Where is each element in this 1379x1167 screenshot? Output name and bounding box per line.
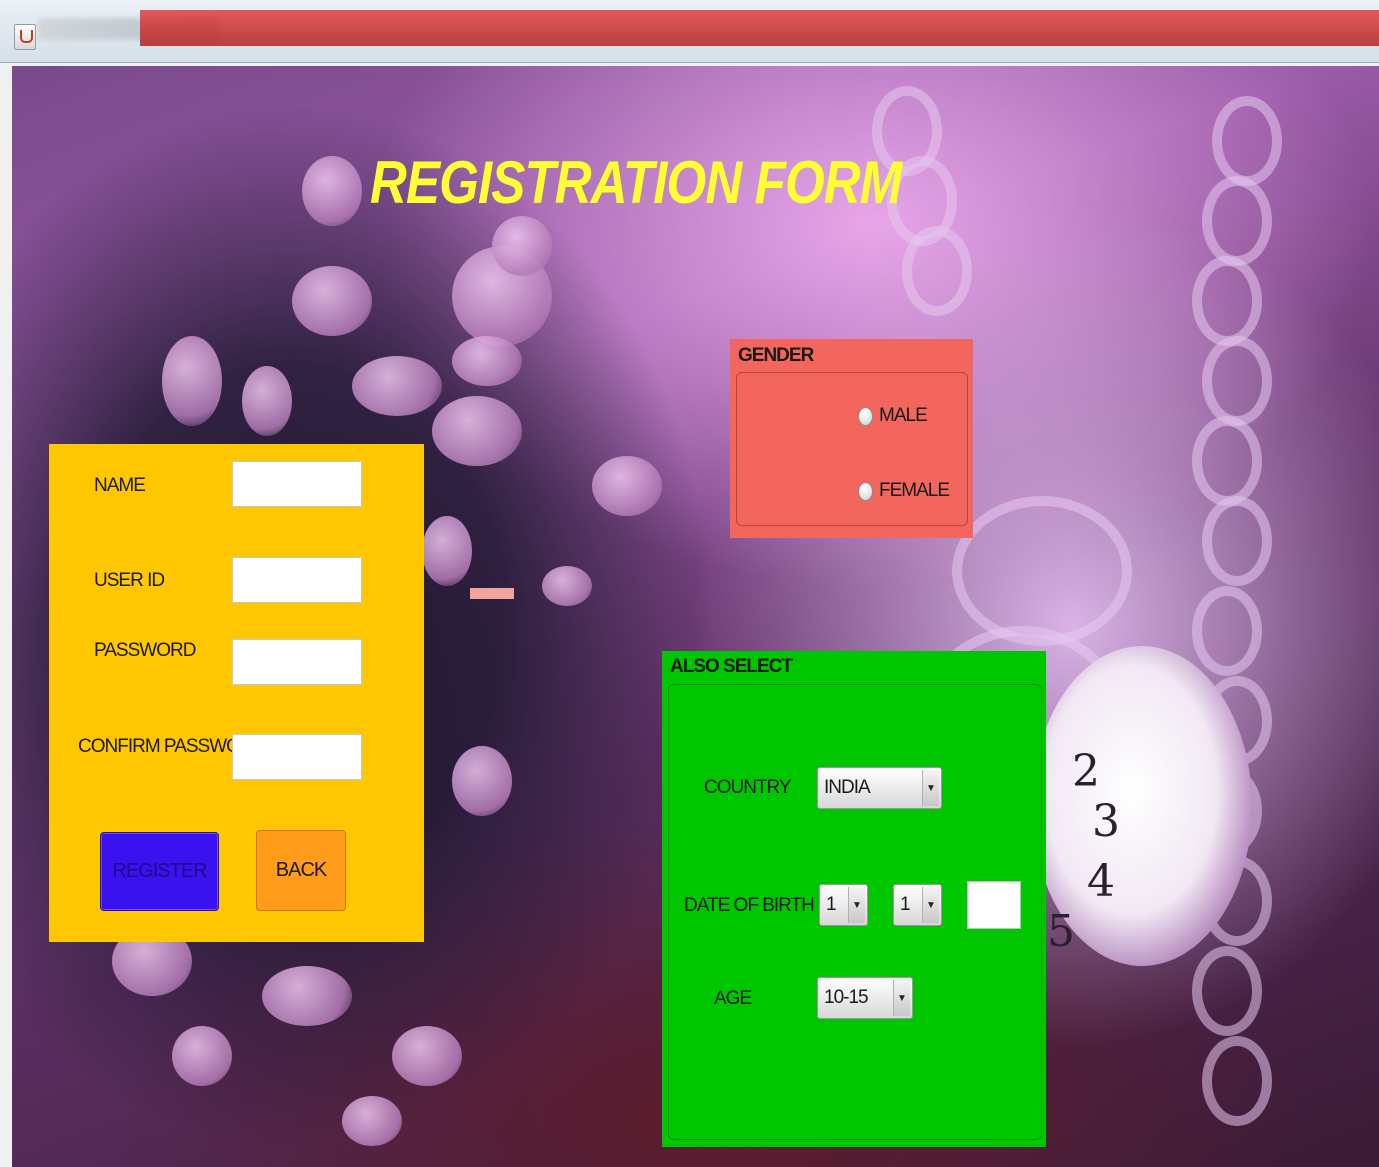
gender-title: GENDER <box>738 345 814 366</box>
name-label: NAME <box>94 475 146 496</box>
flower-decoration <box>432 396 522 466</box>
dropdown-arrow-icon[interactable]: ▼ <box>922 887 939 923</box>
flower-decoration <box>292 266 372 336</box>
flower-decoration <box>392 1026 462 1086</box>
year-field[interactable] <box>967 881 1021 929</box>
chain-decoration <box>1192 256 1262 346</box>
chain-decoration <box>952 496 1132 646</box>
flower-decoration <box>352 356 442 416</box>
dropdown-arrow-icon[interactable]: ▼ <box>893 980 910 1016</box>
userid-label: USER ID <box>94 570 165 591</box>
dropdown-arrow-icon[interactable]: ▼ <box>922 770 939 806</box>
country-select-value: INDIA <box>824 777 871 798</box>
chain-decoration <box>1192 946 1262 1036</box>
back-button[interactable]: BACK <box>256 830 346 911</box>
date-of-birth-label: DATE OF BIRTH <box>684 895 815 916</box>
userid-field[interactable] <box>232 557 362 603</box>
radio-icon[interactable] <box>858 406 873 426</box>
chain-decoration <box>1202 496 1272 586</box>
password-field[interactable] <box>232 639 362 685</box>
flower-decoration <box>302 156 362 226</box>
day-select-value: 1 <box>826 894 837 915</box>
pocket-watch-decoration: 2 3 4 5 <box>1032 646 1252 966</box>
register-button[interactable]: REGISTER <box>100 832 219 911</box>
name-field[interactable] <box>232 461 362 507</box>
month-select-value: 1 <box>900 894 911 915</box>
chain-decoration <box>902 226 972 316</box>
titlebar-red-strip <box>140 10 1379 46</box>
day-select[interactable]: 1 ▼ <box>819 884 868 926</box>
confirm-password-field[interactable] <box>232 734 362 780</box>
flower-decoration <box>172 1026 232 1086</box>
country-label: COUNTRY <box>704 777 792 798</box>
flower-decoration <box>242 366 292 436</box>
flower-decoration <box>452 746 512 816</box>
chain-decoration <box>1202 336 1272 426</box>
flower-decoration <box>422 516 472 586</box>
page-title: REGISTRATION FORM <box>370 149 902 216</box>
chain-decoration <box>1202 1036 1272 1126</box>
flower-decoration <box>492 216 552 276</box>
age-select-value: 10-15 <box>824 987 869 1008</box>
flower-decoration <box>542 566 592 606</box>
country-select[interactable]: INDIA ▼ <box>817 767 942 809</box>
also-select-title: ALSO SELECT <box>670 656 793 677</box>
flower-decoration <box>262 966 352 1026</box>
flower-decoration <box>162 336 222 426</box>
password-label: PASSWORD <box>94 640 196 661</box>
gender-group-frame <box>736 372 968 526</box>
flower-decoration <box>342 1096 402 1146</box>
chain-decoration <box>1192 416 1262 506</box>
radio-male[interactable]: MALE <box>858 405 928 427</box>
radio-icon[interactable] <box>858 481 873 501</box>
chain-decoration <box>1202 176 1272 266</box>
age-select[interactable]: 10-15 ▼ <box>817 977 913 1019</box>
java-icon <box>14 24 36 50</box>
flower-decoration <box>592 456 662 516</box>
radio-male-label: MALE <box>879 405 928 426</box>
chain-decoration <box>1192 586 1262 676</box>
flower-decoration <box>452 336 522 386</box>
dropdown-arrow-icon[interactable]: ▼ <box>848 887 865 923</box>
month-select[interactable]: 1 ▼ <box>893 884 942 926</box>
window-titlebar <box>0 0 1379 63</box>
radio-female-label: FEMALE <box>879 480 950 501</box>
age-label: AGE <box>714 988 752 1009</box>
chain-decoration <box>1212 96 1282 186</box>
small-pink-component <box>470 588 514 599</box>
radio-female[interactable]: FEMALE <box>858 480 950 502</box>
